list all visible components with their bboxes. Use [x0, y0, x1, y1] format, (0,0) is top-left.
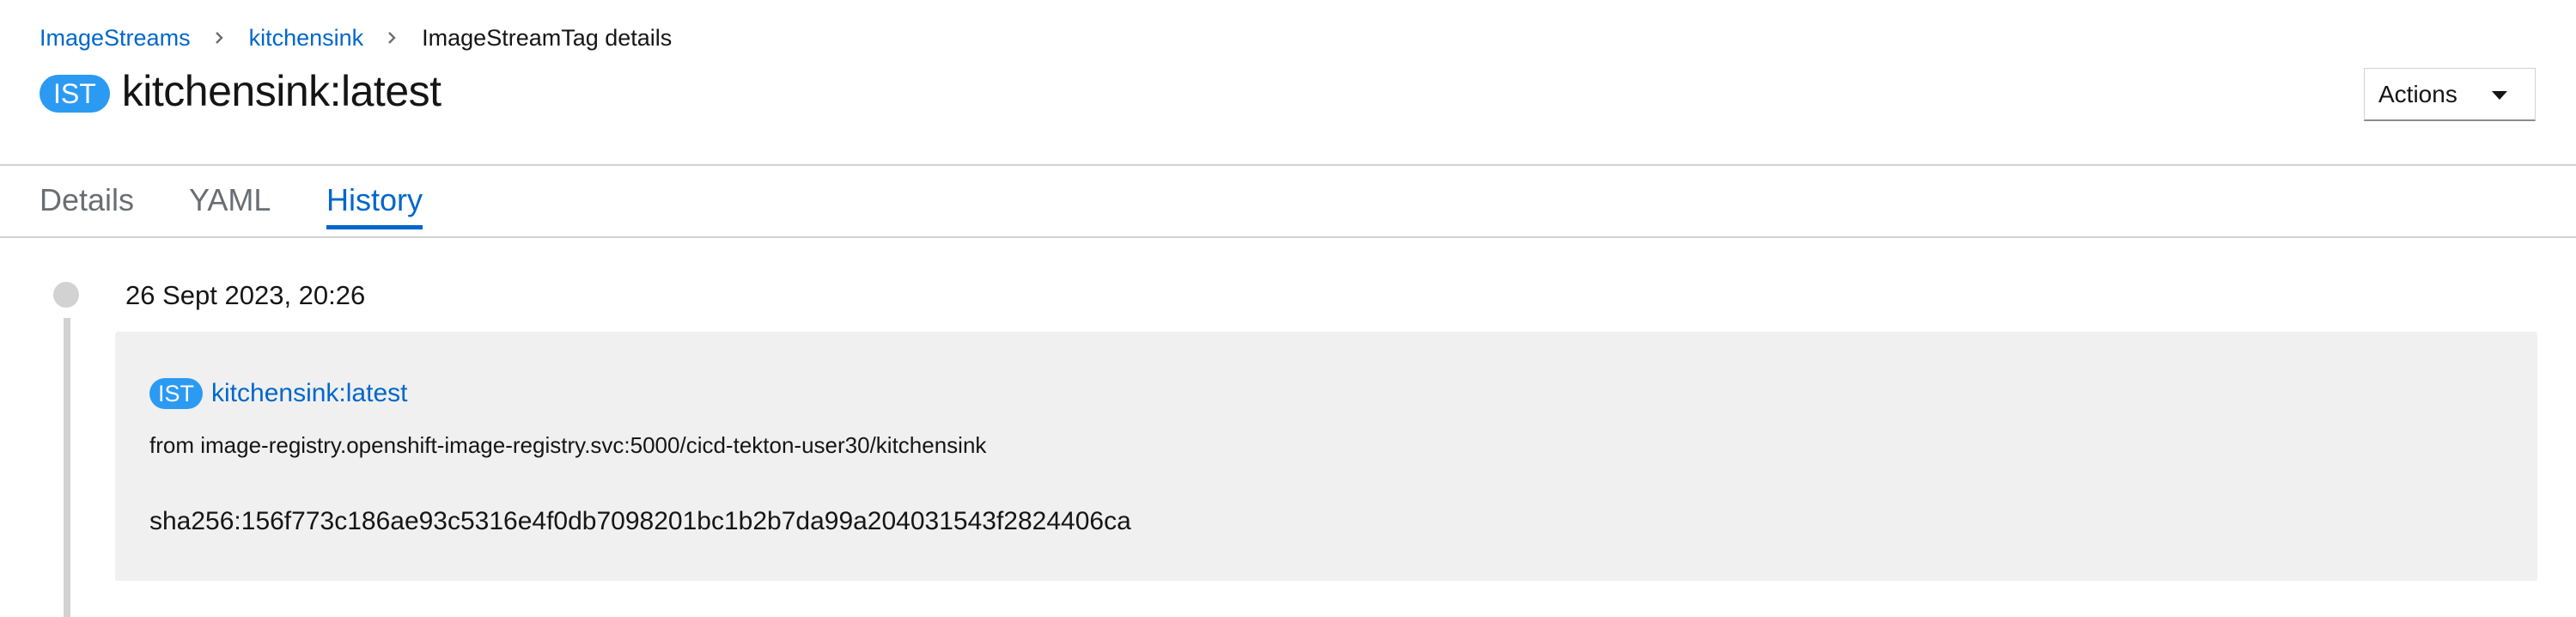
resource-badge-ist: IST [149, 378, 204, 409]
history-tag: IST kitchensink:latest [149, 376, 407, 411]
history-date: 26 Sept 2023, 20:26 [125, 280, 366, 310]
timeline-line [64, 318, 70, 617]
imagestreamtag-link[interactable]: kitchensink:latest [211, 379, 407, 408]
actions-dropdown[interactable]: Actions [2364, 68, 2536, 121]
page-title: kitchensink:latest [121, 67, 442, 115]
tab-yaml[interactable]: YAML [189, 181, 271, 229]
breadcrumb-current: ImageStreamTag details [422, 24, 673, 51]
breadcrumb-imagestreams-link[interactable]: ImageStreams [40, 25, 191, 52]
actions-label: Actions [2378, 80, 2457, 107]
tab-bar: Details YAML History [0, 166, 2576, 238]
timeline-dot [53, 282, 79, 308]
tab-details[interactable]: Details [40, 181, 134, 229]
image-source-text: from image-registry.openshift-image-regi… [149, 432, 987, 458]
tab-history[interactable]: History [326, 181, 423, 229]
breadcrumb-kitchensink-link[interactable]: kitchensink [249, 25, 364, 52]
chevron-right-icon [213, 32, 225, 44]
image-digest-text: sha256:156f773c186ae93c5316e4f0db7098201… [149, 507, 1131, 535]
page-header: IST kitchensink:latest [40, 65, 442, 117]
history-entry-card: IST kitchensink:latest from image-regist… [115, 332, 2537, 581]
resource-badge-ist: IST [40, 75, 110, 113]
caret-down-icon [2492, 91, 2507, 100]
breadcrumb: ImageStreams kitchensink ImageStreamTag … [40, 22, 672, 53]
chevron-right-icon [386, 32, 398, 44]
